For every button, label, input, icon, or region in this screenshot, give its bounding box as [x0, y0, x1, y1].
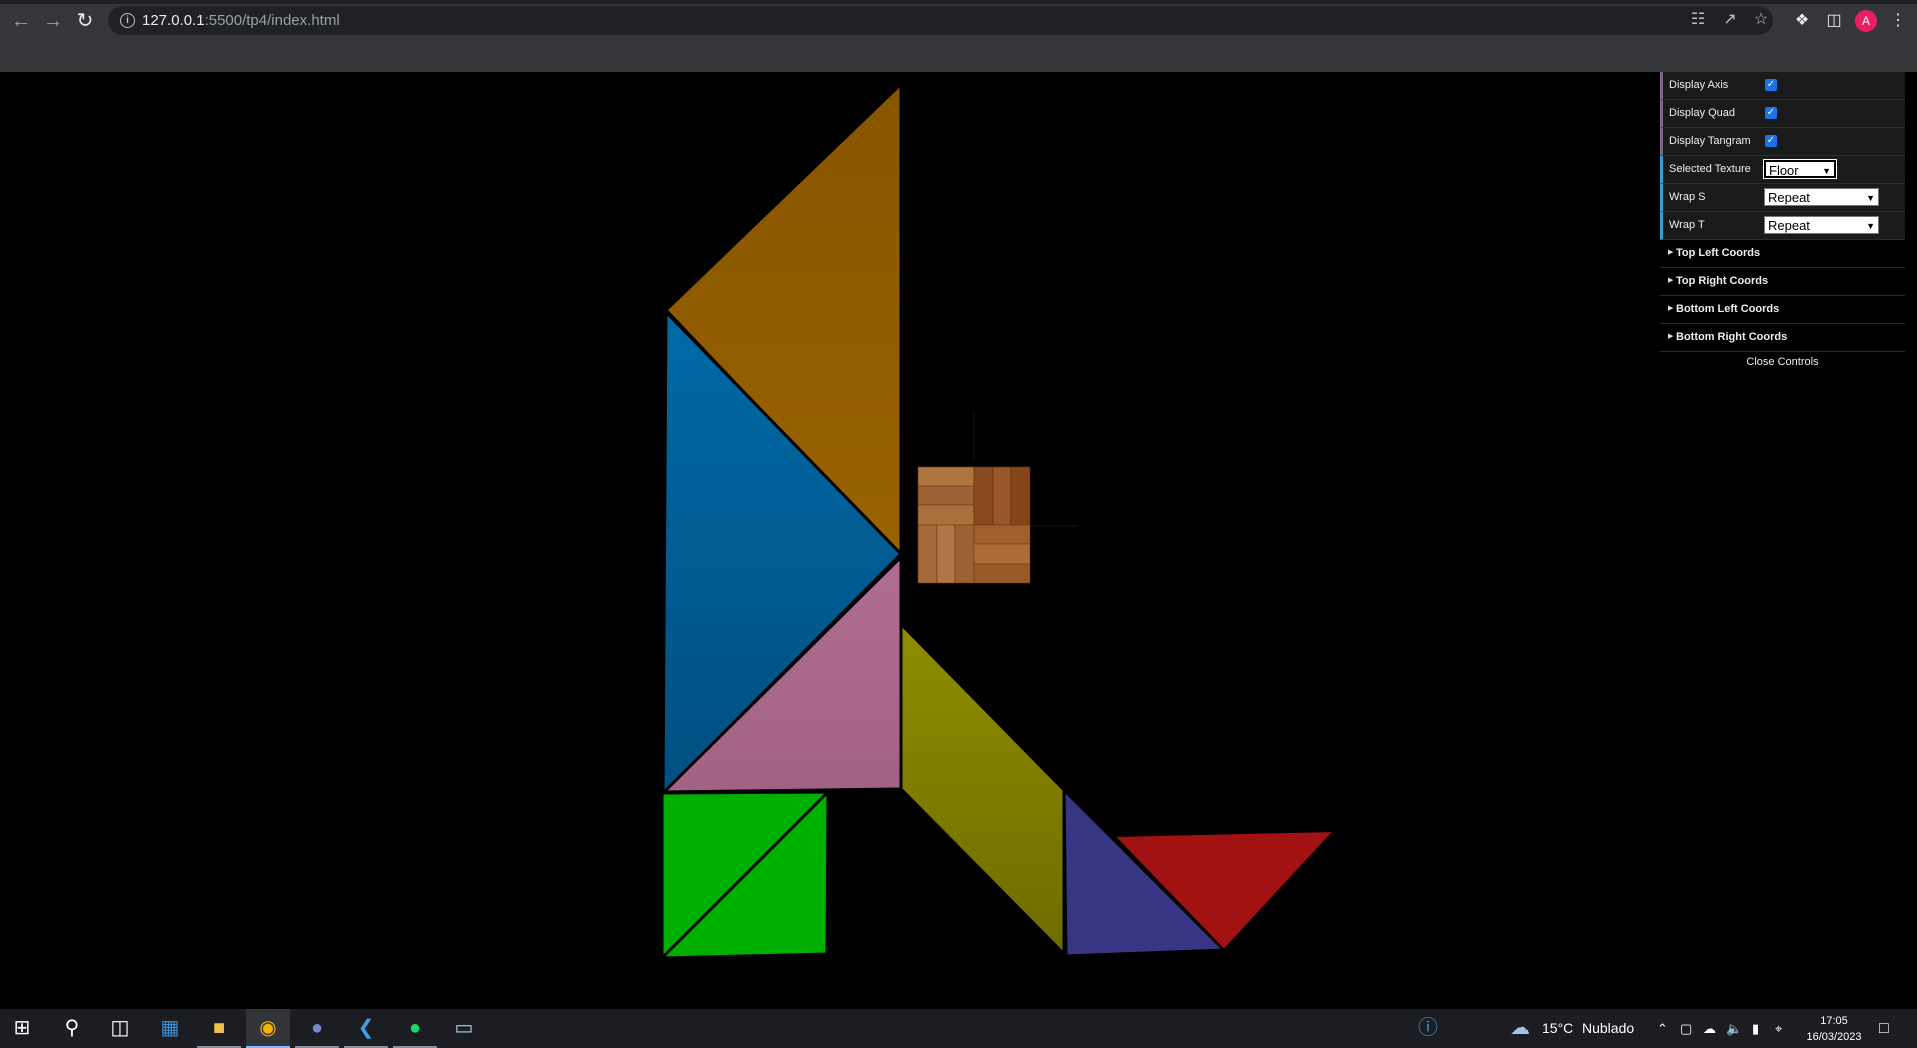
url-host: 127.0.0.1 [142, 12, 205, 29]
bookmarks-bar [0, 41, 1917, 73]
reload-icon[interactable]: ↻ [73, 9, 97, 33]
share-icon[interactable]: ↗ [1720, 10, 1740, 30]
browser-toolbar: ← → ↻ i 127.0.0.1:5500/tp4/index.html ☷ … [0, 0, 1917, 41]
selected-texture-select[interactable]: Floor ▼ [1763, 159, 1837, 179]
parquet-tile-bottom-left [917, 524, 975, 584]
site-info-icon[interactable]: i [120, 13, 135, 28]
display-tangram-row: Display Tangram ✓ [1660, 128, 1905, 156]
parquet-tile-top-right [973, 466, 1031, 526]
folder-label: Top Left Coords [1676, 247, 1761, 259]
wifi-icon[interactable]: ⌖ [1775, 1009, 1782, 1048]
selected-texture-value: Floor [1769, 163, 1799, 178]
clock[interactable]: 17:05 16/03/2023 [1794, 1013, 1874, 1045]
caret-right-icon: ▶ [1668, 333, 1674, 340]
cloud-weather-icon: ☁ [1510, 1017, 1530, 1039]
side-panel-icon[interactable]: ◫ [1822, 9, 1846, 33]
address-bar[interactable]: i 127.0.0.1:5500/tp4/index.html ☷ ↗ ☆ [108, 6, 1773, 35]
chevron-down-icon: ▼ [1866, 221, 1875, 231]
profile-avatar[interactable]: A [1855, 10, 1877, 32]
folder-bottom-left-coords[interactable]: ▶ Bottom Left Coords [1660, 296, 1905, 324]
search-icon[interactable]: ⚲ [50, 1009, 94, 1048]
back-icon[interactable]: ← [9, 9, 33, 33]
url-text[interactable]: 127.0.0.1:5500/tp4/index.html [142, 12, 340, 29]
close-controls-button[interactable]: Close Controls [1660, 352, 1905, 372]
folder-top-right-coords[interactable]: ▶ Top Right Coords [1660, 268, 1905, 296]
spotify-icon[interactable]: ● [393, 1009, 437, 1048]
wrap-s-value: Repeat [1768, 190, 1810, 205]
webgl-canvas[interactable] [0, 72, 1917, 1009]
wrap-t-select[interactable]: Repeat ▼ [1764, 216, 1879, 234]
display-quad-row: Display Quad ✓ [1660, 100, 1905, 128]
wrap-t-label: Wrap T [1669, 219, 1705, 231]
translate-icon[interactable]: ☷ [1688, 10, 1708, 30]
weather-text[interactable]: Nublado [1582, 1009, 1634, 1048]
discord-icon[interactable]: ● [295, 1009, 339, 1048]
tangram-scene [660, 80, 1337, 960]
controls-panel: Display Axis ✓ Display Quad ✓ Display Ta… [1660, 72, 1905, 372]
wrap-s-label: Wrap S [1669, 191, 1706, 203]
textured-quad [917, 466, 1031, 584]
display-axis-row: Display Axis ✓ [1660, 72, 1905, 100]
selected-texture-label: Selected Texture [1669, 163, 1751, 175]
folder-label: Bottom Right Coords [1676, 331, 1788, 343]
wrap-t-value: Repeat [1768, 218, 1810, 233]
display-tangram-label: Display Tangram [1669, 135, 1751, 147]
chevron-up-icon[interactable]: ⌃ [1657, 1009, 1668, 1048]
help-icon[interactable]: ⓘ [1418, 1009, 1438, 1048]
caret-right-icon: ▶ [1668, 305, 1674, 312]
parquet-tile-top-left [917, 466, 975, 526]
chevron-down-icon: ▼ [1822, 166, 1831, 176]
volume-icon[interactable]: 🔈 [1726, 1009, 1742, 1048]
notifications-icon[interactable]: □ [1879, 1009, 1889, 1048]
chevron-down-icon: ▼ [1866, 193, 1875, 203]
display-quad-checkbox[interactable]: ✓ [1765, 107, 1777, 119]
folder-bottom-right-coords[interactable]: ▶ Bottom Right Coords [1660, 324, 1905, 352]
weather-temp[interactable]: 15°C [1542, 1009, 1573, 1048]
chrome-icon[interactable]: ◉ [246, 1009, 290, 1048]
windows-start-icon[interactable]: ⊞ [0, 1009, 44, 1048]
notepad-icon[interactable]: ▭ [442, 1009, 486, 1048]
battery-icon[interactable]: ▮ [1752, 1009, 1759, 1048]
caret-right-icon: ▶ [1668, 249, 1674, 256]
meet-icon[interactable]: ▢ [1680, 1009, 1692, 1048]
folder-label: Top Right Coords [1676, 275, 1769, 287]
vscode-icon[interactable]: ❮ [344, 1009, 388, 1048]
clock-date: 16/03/2023 [1806, 1031, 1862, 1043]
store-icon[interactable]: ▦ [148, 1009, 192, 1048]
folder-label: Bottom Left Coords [1676, 303, 1780, 315]
display-axis-label: Display Axis [1669, 79, 1729, 91]
menu-kebab-icon[interactable]: ⋮ [1886, 9, 1910, 33]
bookmark-star-icon[interactable]: ☆ [1751, 10, 1771, 30]
url-path: :5500/tp4/index.html [204, 12, 340, 29]
forward-icon[interactable]: → [41, 9, 65, 33]
file-explorer-icon[interactable]: ■ [197, 1009, 241, 1048]
display-quad-label: Display Quad [1669, 107, 1736, 119]
parquet-tile-bottom-right [973, 524, 1031, 584]
taskbar: ⊞ ⚲ ◫ ▦ ■ ◉ ● ❮ ● ▭ ⓘ ☁ 15°C Nublado ⌃ ▢… [0, 1009, 1917, 1048]
wrap-s-row: Wrap S Repeat ▼ [1660, 184, 1905, 212]
wrap-s-select[interactable]: Repeat ▼ [1764, 188, 1879, 206]
extensions-icon[interactable]: ❖ [1790, 9, 1814, 33]
display-axis-checkbox[interactable]: ✓ [1765, 79, 1777, 91]
selected-texture-row: Selected Texture Floor ▼ [1660, 156, 1905, 184]
wrap-t-row: Wrap T Repeat ▼ [1660, 212, 1905, 240]
yellow-parallelogram [899, 620, 1066, 958]
tab-strip [0, 0, 1917, 4]
caret-right-icon: ▶ [1668, 277, 1674, 284]
network-alert-icon[interactable]: ☁ [1703, 1009, 1716, 1048]
clock-time: 17:05 [1820, 1015, 1848, 1027]
task-view-icon[interactable]: ◫ [98, 1009, 142, 1048]
display-tangram-checkbox[interactable]: ✓ [1765, 135, 1777, 147]
folder-top-left-coords[interactable]: ▶ Top Left Coords [1660, 240, 1905, 268]
